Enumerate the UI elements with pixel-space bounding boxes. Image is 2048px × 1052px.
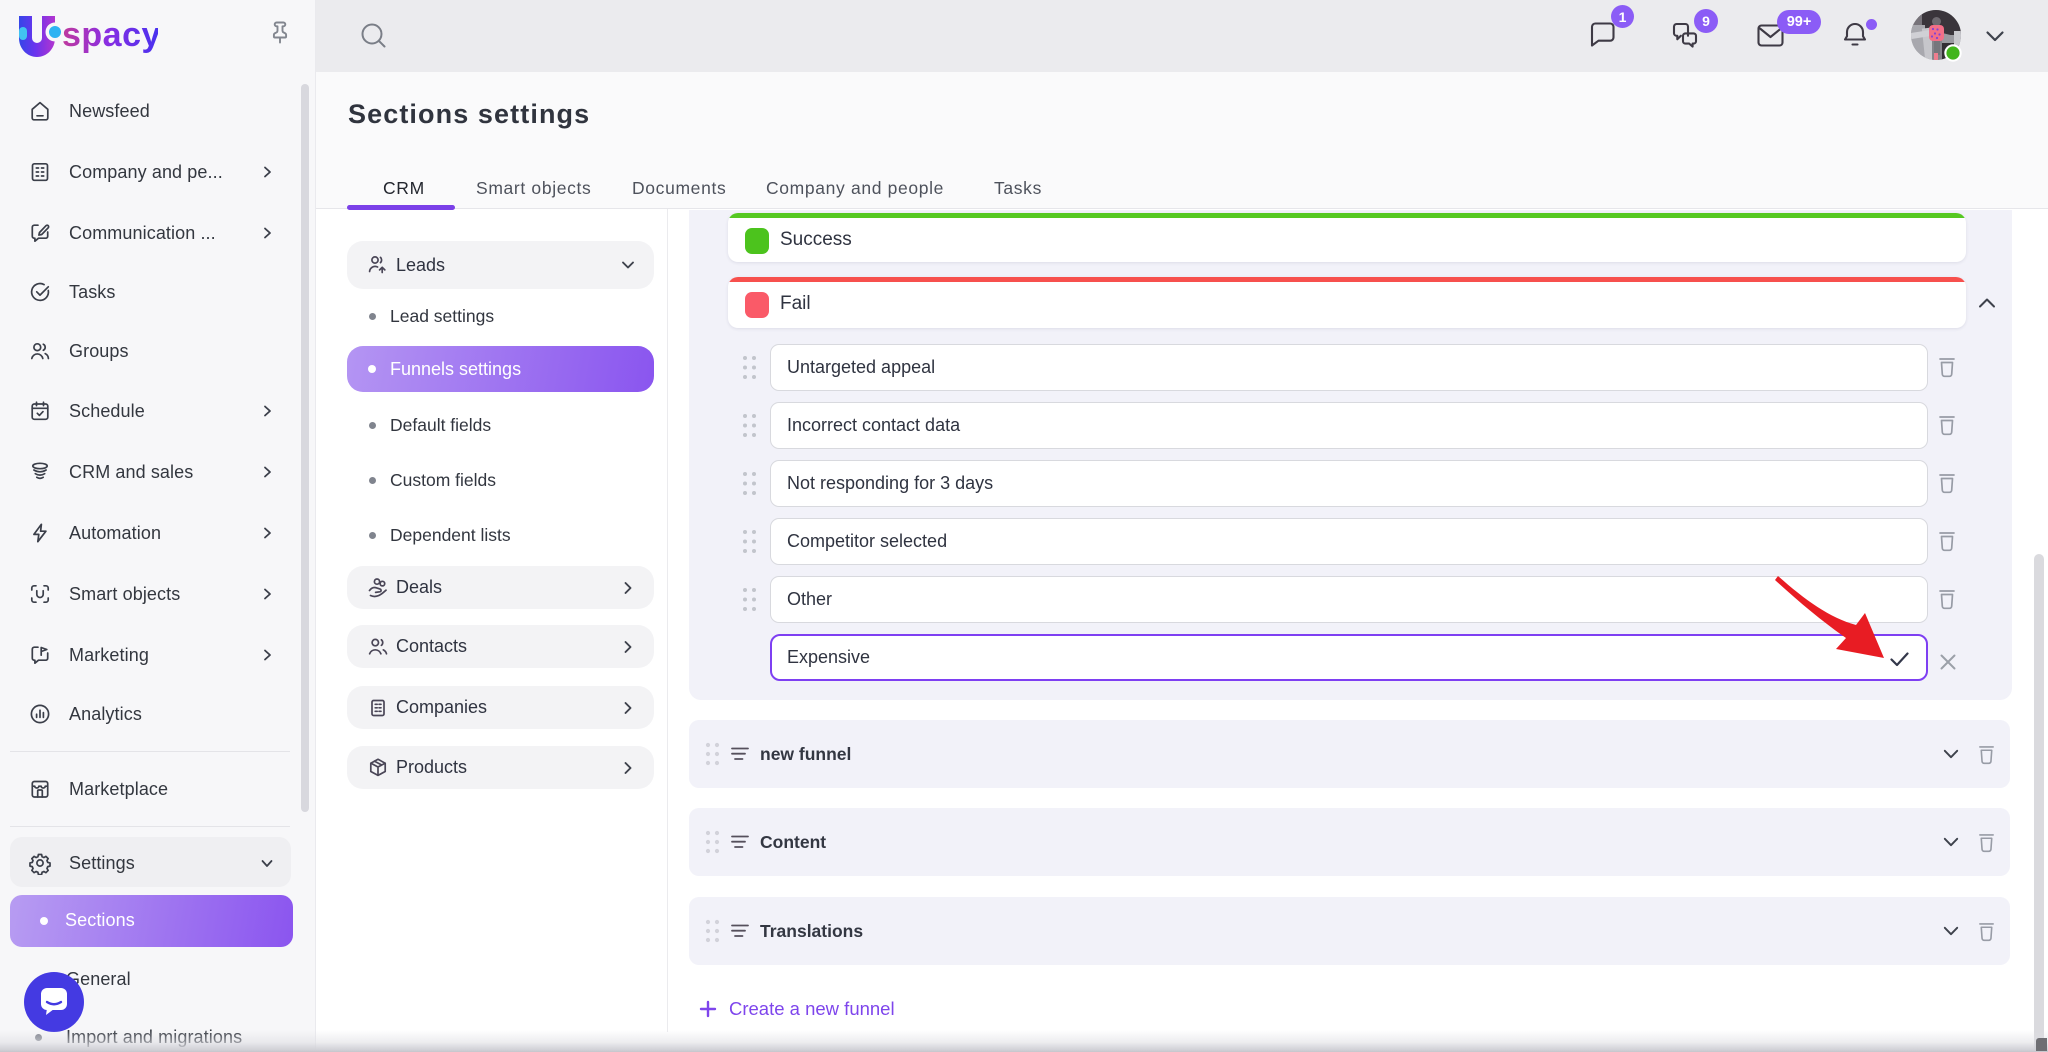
svg-text:spacy: spacy [62, 16, 158, 54]
